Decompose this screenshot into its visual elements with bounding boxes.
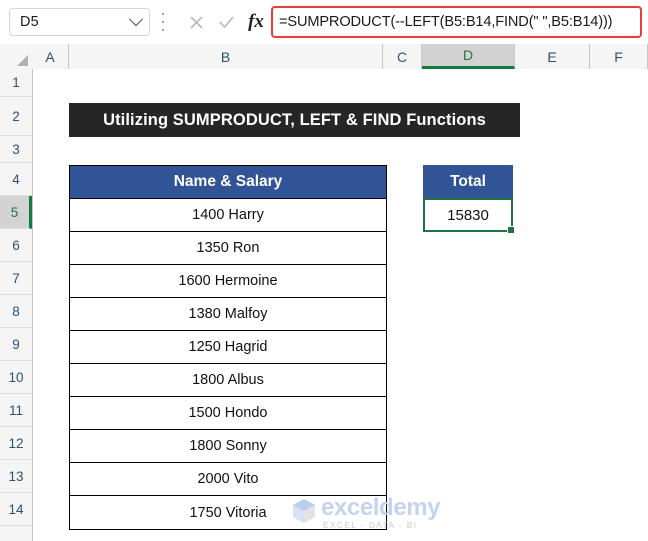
- row-header-6[interactable]: 6: [0, 229, 32, 262]
- column-header-bar: A B C D E F: [0, 44, 648, 70]
- row-header-2[interactable]: 2: [0, 97, 32, 136]
- formula-text: =SUMPRODUCT(--LEFT(B5:B14,FIND(" ",B5:B1…: [279, 14, 613, 30]
- table-row[interactable]: 1750 Vitoria: [70, 496, 386, 529]
- total-table: Total 15830: [423, 165, 515, 234]
- chevron-down-icon[interactable]: [123, 12, 149, 27]
- name-box-value: D5: [20, 14, 39, 30]
- name-box[interactable]: D5: [9, 8, 150, 36]
- table-row[interactable]: 1380 Malfoy: [70, 298, 386, 331]
- select-all-corner[interactable]: [0, 44, 33, 69]
- table-row[interactable]: 1800 Albus: [70, 364, 386, 397]
- kebab-menu-icon[interactable]: [160, 13, 166, 31]
- title-text: Utilizing SUMPRODUCT, LEFT & FIND Functi…: [103, 110, 486, 129]
- column-header-d[interactable]: D: [422, 44, 515, 69]
- row-header-7[interactable]: 7: [0, 262, 32, 295]
- table-row[interactable]: 1350 Ron: [70, 232, 386, 265]
- row-header-5[interactable]: 5: [0, 196, 32, 229]
- name-salary-header-label: Name & Salary: [173, 173, 283, 190]
- total-header-label: Total: [450, 172, 486, 190]
- row-header-13[interactable]: 13: [0, 460, 32, 493]
- table-row[interactable]: 1800 Sonny: [70, 430, 386, 463]
- column-header-e[interactable]: E: [515, 44, 590, 69]
- table-row[interactable]: 1500 Hondo: [70, 397, 386, 430]
- row-header-12[interactable]: 12: [0, 427, 32, 460]
- name-salary-header: Name & Salary: [70, 166, 386, 199]
- row-header-14[interactable]: 14: [0, 493, 32, 526]
- fx-icon[interactable]: fx: [242, 8, 270, 36]
- row-header-bar: 1 2 3 4 5 6 7 8 9 10 11 12 13 14: [0, 69, 33, 541]
- fill-handle[interactable]: [507, 226, 515, 234]
- column-header-c[interactable]: C: [383, 44, 422, 69]
- check-icon[interactable]: [212, 8, 240, 36]
- formula-input[interactable]: =SUMPRODUCT(--LEFT(B5:B14,FIND(" ",B5:B1…: [271, 6, 642, 38]
- formula-bar: D5 fx =SUMPRODUCT(--LEFT(B5:B14,FIND(" "…: [0, 0, 648, 45]
- row-header-10[interactable]: 10: [0, 361, 32, 394]
- table-row[interactable]: 1250 Hagrid: [70, 331, 386, 364]
- title-banner: Utilizing SUMPRODUCT, LEFT & FIND Functi…: [69, 103, 520, 137]
- total-header: Total: [423, 165, 513, 198]
- row-header-1[interactable]: 1: [0, 69, 32, 97]
- column-header-b[interactable]: B: [69, 44, 383, 69]
- column-header-a[interactable]: A: [32, 44, 69, 69]
- row-header-9[interactable]: 9: [0, 328, 32, 361]
- table-row[interactable]: 1400 Harry: [70, 199, 386, 232]
- total-value-cell[interactable]: 15830: [423, 198, 515, 234]
- row-header-3[interactable]: 3: [0, 136, 32, 163]
- total-value: 15830: [447, 206, 489, 224]
- name-salary-table: Name & Salary 1400 Harry 1350 Ron 1600 H…: [69, 165, 387, 530]
- table-row[interactable]: 1600 Hermoine: [70, 265, 386, 298]
- worksheet-grid[interactable]: Utilizing SUMPRODUCT, LEFT & FIND Functi…: [33, 69, 648, 541]
- row-header-8[interactable]: 8: [0, 295, 32, 328]
- row-header-11[interactable]: 11: [0, 394, 32, 427]
- column-header-f[interactable]: F: [590, 44, 648, 69]
- row-header-4[interactable]: 4: [0, 163, 32, 196]
- table-row[interactable]: 2000 Vito: [70, 463, 386, 496]
- close-icon[interactable]: [182, 8, 210, 36]
